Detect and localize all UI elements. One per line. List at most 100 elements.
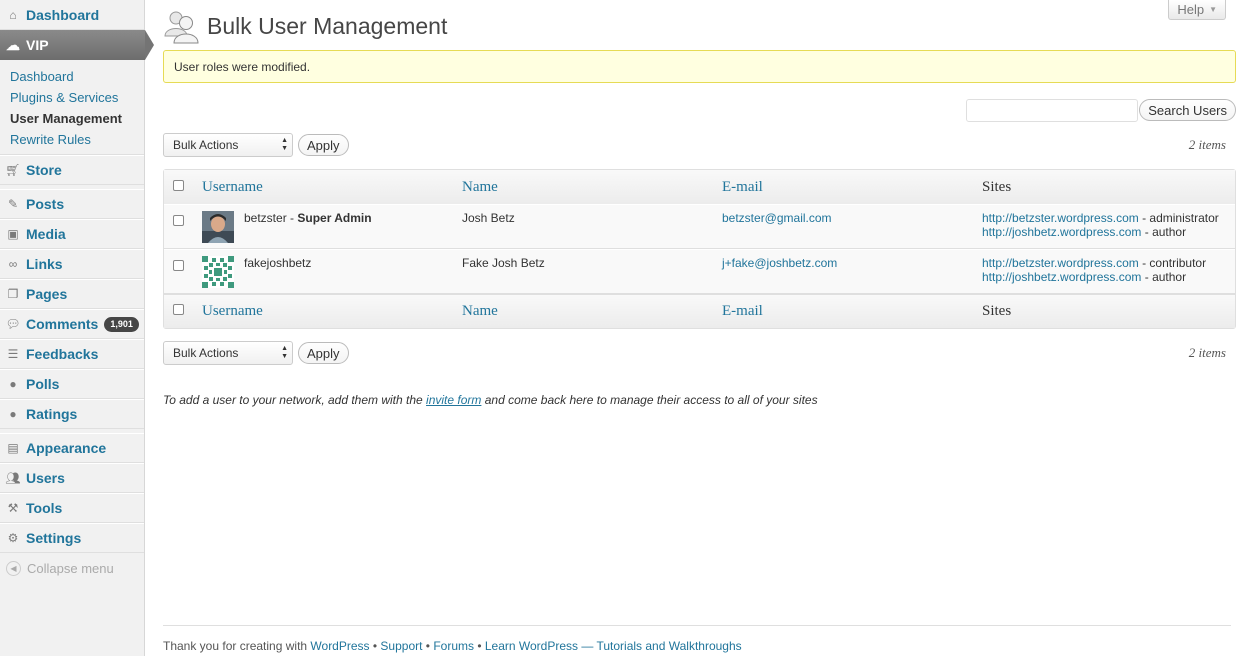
submenu-item-dashboard[interactable]: Dashboard (0, 66, 144, 87)
bulk-actions-select[interactable]: Bulk Actions ▲ ▼ (163, 133, 293, 157)
tools-icon: ⚒ (7, 501, 19, 515)
row-checkbox[interactable] (173, 260, 184, 271)
column-sites: Sites (981, 170, 1235, 204)
sidebar-item-polls[interactable]: ● Polls (0, 369, 144, 399)
tablenav-top: Bulk Actions ▲ ▼ Apply 2 items (163, 127, 1236, 163)
collapse-menu-label: Collapse menu (27, 560, 114, 576)
username-cell: betzster - Super Admin (201, 204, 461, 249)
select-all-cell (164, 294, 201, 328)
table-footer-row: Username Name E-mail Sites (164, 294, 1235, 328)
column-email[interactable]: E-mail (721, 294, 981, 328)
select-all-checkbox[interactable] (173, 304, 184, 315)
invite-text-before: To add a user to your network, add them … (163, 393, 427, 407)
row-checkbox-cell (164, 204, 201, 249)
home-icon: ⌂ (9, 7, 17, 22)
comment-icon: 💬︎ (5, 317, 21, 331)
column-email[interactable]: E-mail (721, 170, 981, 204)
sidebar-item-tools[interactable]: ⚒ Tools (0, 493, 144, 523)
feedback-icon: ☰ (7, 347, 19, 361)
sidebar-item-label: Links (26, 256, 63, 272)
name-cell: Fake Josh Betz (461, 249, 721, 294)
footer-separator: • (369, 639, 381, 653)
column-name[interactable]: Name (461, 170, 721, 204)
cloud-icon: ☁ (6, 36, 20, 53)
column-username[interactable]: Username (201, 294, 461, 328)
help-label: Help (1177, 2, 1205, 17)
name-cell: Josh Betz (461, 204, 721, 249)
sidebar-item-label: Ratings (26, 406, 78, 422)
link-icon: ∞ (8, 257, 18, 271)
sidebar-item-media[interactable]: ▣ Media (0, 219, 144, 249)
apply-button[interactable]: Apply (298, 342, 349, 364)
select-all-checkbox[interactable] (173, 179, 184, 191)
notice-text: User roles were modified. (174, 59, 311, 74)
items-count: 2 items (1188, 345, 1226, 360)
bulk-actions-value: Bulk Actions (173, 138, 239, 152)
invite-form-link[interactable]: invite form (426, 393, 481, 407)
site-link[interactable]: http://joshbetz.wordpress.com (982, 225, 1141, 239)
collapse-menu-button[interactable]: ◀ Collapse menu (0, 553, 144, 583)
sidebar-item-vip[interactable]: ☁ VIP (0, 30, 154, 60)
sidebar-item-links[interactable]: ∞ Links (0, 249, 144, 279)
role-separator: - (286, 211, 298, 225)
sidebar-item-label: Pages (26, 286, 68, 302)
select-arrows-icon: ▲ ▼ (281, 137, 288, 152)
sidebar-item-appearance[interactable]: ▤ Appearance (0, 433, 144, 463)
identicon-avatar (202, 256, 234, 288)
sidebar-item-label: Dashboard (26, 6, 100, 23)
search-users-button[interactable]: Search Users (1139, 99, 1236, 121)
search-input[interactable] (966, 99, 1138, 122)
site-link[interactable]: http://joshbetz.wordpress.com (982, 270, 1141, 284)
site-link[interactable]: http://betzster.wordpress.com (982, 256, 1139, 270)
media-icon: ▣ (7, 227, 19, 241)
sidebar-item-label: Feedbacks (26, 346, 99, 362)
site-role: - contributor (1138, 256, 1207, 270)
footer-wordpress-link[interactable]: WordPress (310, 639, 369, 653)
users-icon (163, 8, 199, 44)
row-checkbox[interactable] (173, 215, 184, 226)
username-text: fakejoshbetz (244, 256, 312, 270)
footer-support-link[interactable]: Support (380, 639, 422, 653)
page-header: Bulk User Management (163, 2, 1236, 50)
column-username[interactable]: Username (201, 170, 461, 204)
select-arrows-icon: ▲ ▼ (281, 345, 288, 360)
site-link[interactable]: http://betzster.wordpress.com (982, 211, 1139, 225)
admin-sidebar: ⌂ Dashboard ☁ VIP Dashboard Plugins & Se… (0, 0, 154, 656)
submenu-item-plugins-services[interactable]: Plugins & Services (0, 87, 144, 108)
avatar (202, 211, 234, 243)
submenu-item-user-management[interactable]: User Management (0, 108, 144, 129)
email-link[interactable]: betzster@gmail.com (722, 211, 832, 225)
email-link[interactable]: j+fake@joshbetz.com (722, 256, 837, 270)
cart-icon: 🛒︎ (5, 163, 21, 177)
sidebar-item-ratings[interactable]: ● Ratings (0, 399, 144, 429)
sidebar-item-label: Users (26, 470, 65, 486)
site-entry: http://betzster.wordpress.com - contribu… (982, 256, 1234, 270)
sidebar-item-comments[interactable]: 💬︎ Comments 1,901 (0, 309, 144, 339)
sidebar-item-feedbacks[interactable]: ☰ Feedbacks (0, 339, 144, 369)
apply-button[interactable]: Apply (298, 134, 349, 156)
rating-icon: ● (9, 407, 17, 421)
footer-forums-link[interactable]: Forums (433, 639, 474, 653)
comment-count-badge: 1,901 (104, 316, 139, 332)
vip-submenu: Dashboard Plugins & Services User Manage… (0, 60, 144, 155)
sidebar-item-dashboard[interactable]: ⌂ Dashboard (0, 0, 144, 30)
submenu-item-rewrite-rules[interactable]: Rewrite Rules (0, 129, 144, 150)
admin-footer: Thank you for creating with WordPress • … (163, 625, 1231, 653)
site-role: - author (1141, 225, 1187, 239)
collapse-arrow-icon: ◀ (6, 560, 21, 576)
pages-icon: ❐ (7, 287, 19, 301)
sidebar-item-users[interactable]: 👥︎ Users (0, 463, 144, 493)
bulk-actions-select[interactable]: Bulk Actions ▲ ▼ (163, 341, 293, 365)
column-name[interactable]: Name (461, 294, 721, 328)
sidebar-item-store[interactable]: 🛒︎ Store (0, 155, 144, 185)
sidebar-item-settings[interactable]: ⚙ Settings (0, 523, 144, 553)
sidebar-item-posts[interactable]: ✎ Posts (0, 189, 144, 219)
table-row: betzster - Super Admin Josh Betz betzste… (164, 204, 1235, 249)
help-button[interactable]: Help ▼ (1168, 0, 1226, 20)
invite-note: To add a user to your network, add them … (163, 393, 1236, 407)
footer-separator: • (422, 639, 434, 653)
main-content: Help ▼ Bulk User Management User roles w… (163, 0, 1236, 407)
sidebar-item-pages[interactable]: ❐ Pages (0, 279, 144, 309)
users-table: Username Name E-mail Sites betzster - Su… (163, 169, 1236, 329)
footer-learn-link[interactable]: Learn WordPress — Tutorials and Walkthro… (485, 639, 742, 653)
